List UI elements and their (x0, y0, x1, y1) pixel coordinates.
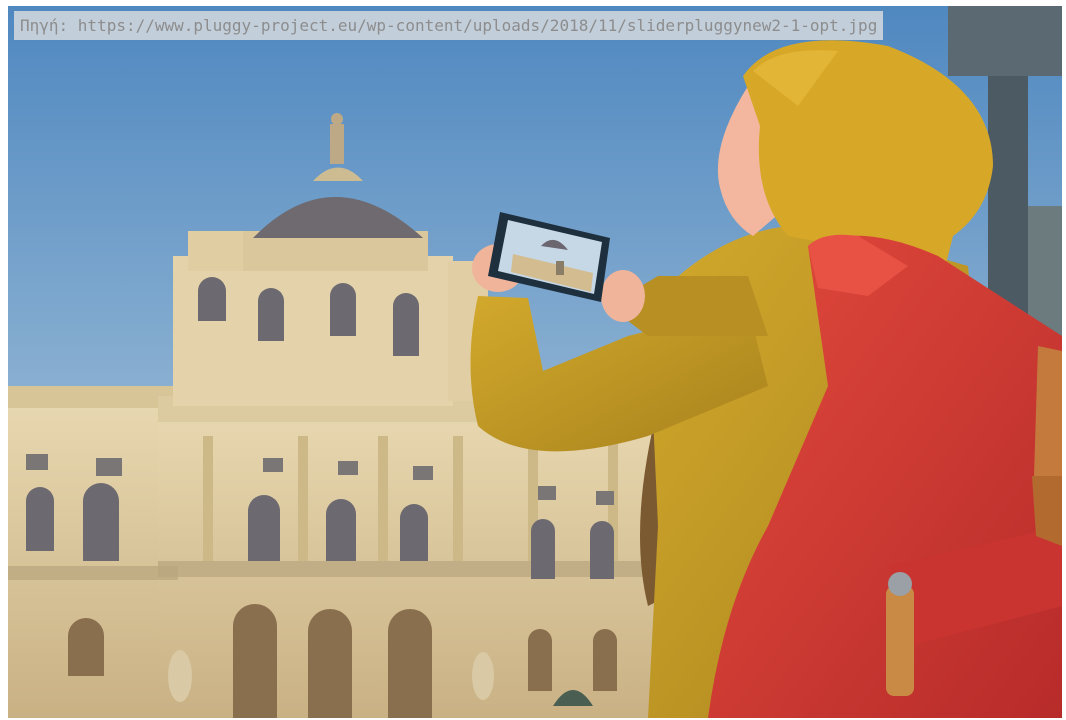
source-caption: Πηγή: https://www.pluggy-project.eu/wp-c… (14, 11, 884, 40)
photo (8, 6, 1062, 718)
photo-illustration (8, 6, 1062, 718)
